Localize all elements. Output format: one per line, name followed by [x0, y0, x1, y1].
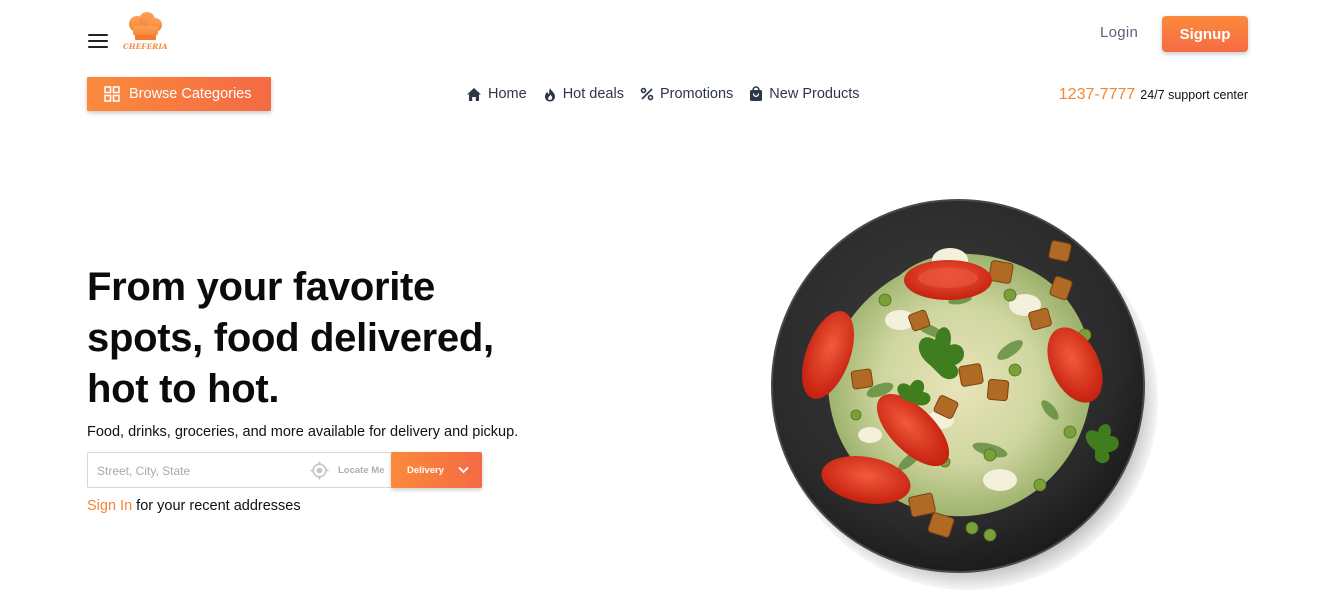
salad-illustration: [771, 199, 1145, 573]
chef-hat-icon: [129, 12, 162, 40]
signin-prompt: Sign In for your recent addresses: [87, 498, 301, 514]
locate-me-label: Locate Me: [338, 465, 385, 476]
brand-logo[interactable]: CHEFERIA: [123, 12, 167, 54]
address-input[interactable]: [97, 461, 302, 481]
signup-button[interactable]: Signup: [1162, 16, 1248, 52]
main-nav: Home Hot deals Promotions New Products: [466, 86, 876, 102]
home-icon: [467, 87, 481, 101]
support-info: 1237-7777 24/7 support center: [1059, 86, 1248, 104]
nav-item-label: Promotions: [659, 86, 734, 102]
hero-title-line: hot to hot.: [87, 367, 280, 411]
shopping-bag-icon: [750, 86, 763, 101]
chevron-down-icon: [458, 466, 469, 474]
delivery-mode-dropdown[interactable]: Delivery: [391, 452, 482, 488]
signin-rest-text: for your recent addresses: [132, 498, 301, 514]
browse-categories-label: Browse Categories: [129, 86, 252, 102]
nav-item-hot-deals[interactable]: Hot deals: [543, 86, 624, 102]
crosshair-icon: [310, 461, 329, 480]
hero-subtitle: Food, drinks, groceries, and more availa…: [87, 424, 519, 440]
percent-icon: [640, 87, 654, 101]
grid-icon: [104, 86, 120, 102]
hero-title-line: From your favorite: [87, 265, 435, 309]
address-search-bar: Locate Me Delivery: [87, 452, 482, 488]
salad-plate-image: [760, 190, 1160, 595]
hero-title-line: spots, food delivered,: [87, 316, 494, 360]
nav-item-new-products[interactable]: New Products: [749, 86, 860, 102]
hero-title: From your favorite spots, food delivered…: [87, 262, 557, 415]
delivery-label: Delivery: [407, 464, 444, 476]
nav-item-label: New Products: [769, 86, 860, 102]
browse-categories-button[interactable]: Browse Categories: [87, 77, 271, 111]
locate-me-button[interactable]: Locate Me: [310, 461, 384, 480]
support-text: 24/7 support center: [1140, 88, 1248, 102]
flame-icon: [544, 87, 555, 101]
nav-item-label: Home: [488, 86, 527, 102]
nav-item-home[interactable]: Home: [466, 86, 527, 102]
nav-item-label: Hot deals: [562, 86, 624, 102]
hamburger-menu-icon[interactable]: [88, 34, 108, 50]
signin-link[interactable]: Sign In: [87, 498, 132, 514]
nav-item-promotions[interactable]: Promotions: [640, 86, 733, 102]
login-link[interactable]: Login: [1100, 24, 1138, 41]
support-phone[interactable]: 1237-7777: [1059, 86, 1136, 104]
logo-text: CHEFERIA: [123, 42, 168, 51]
